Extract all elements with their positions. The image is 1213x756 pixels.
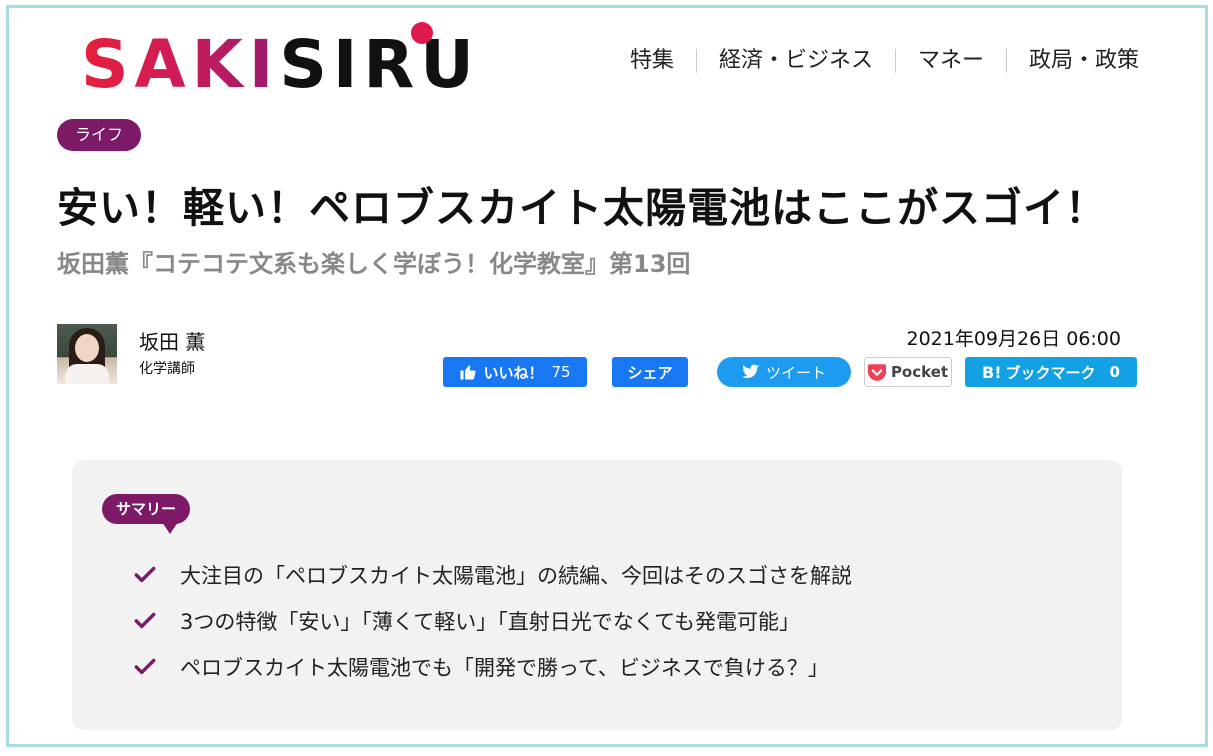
article-title: 安い！軽い！ペロブスカイト太陽電池はここがスゴイ！ — [57, 184, 1107, 232]
summary-item: 3つの特徴「安い」「薄くて軽い」「直射日光でなくても発電可能」 — [132, 606, 800, 636]
check-icon — [134, 658, 156, 675]
site-logo[interactable]: SAKI SIRU — [81, 22, 480, 103]
author-avatar[interactable] — [57, 324, 117, 384]
nav-item-money[interactable]: マネー — [896, 46, 1006, 76]
thumbs-up-icon — [460, 365, 476, 380]
hatena-bookmark-button[interactable]: B! ブックマーク 0 — [965, 357, 1137, 387]
summary-item: 大注目の「ペロブスカイト太陽電池」の続編、今回はそのスゴさを解説 — [132, 560, 852, 590]
author-name[interactable]: 坂田 薫 — [139, 326, 205, 355]
publish-date: 2021年09月26日 06:00 — [906, 328, 1121, 350]
facebook-like-button[interactable]: いいね！ 75 — [443, 357, 587, 387]
logo-dot-icon — [411, 22, 433, 44]
tweet-button[interactable]: ツイート — [717, 357, 851, 387]
hatena-label: ブックマーク — [1005, 363, 1096, 382]
category-badge[interactable]: ライフ — [57, 119, 142, 151]
summary-item-text: 3つの特徴「安い」「薄くて軽い」「直射日光でなくても発電可能」 — [180, 610, 801, 634]
like-count: 75 — [551, 363, 571, 381]
summary-item-text: ペロブスカイト太陽電池でも「開発で勝って、ビジネスで負ける？」 — [180, 656, 829, 680]
tweet-label: ツイート — [765, 363, 826, 382]
author-role: 化学講師 — [139, 361, 195, 377]
main-nav: 特集 経済・ビジネス マネー 政局・政策 — [608, 46, 1139, 76]
check-icon — [134, 566, 156, 583]
hatena-b-icon: B! — [982, 362, 1002, 382]
summary-box: サマリー 大注目の「ペロブスカイト太陽電池」の続編、今回はそのスゴさを解説 3つ… — [72, 460, 1122, 730]
twitter-bird-icon — [741, 364, 760, 379]
check-icon — [134, 612, 156, 629]
article-subtitle: 坂田薫『コテコテ文系も楽しく学ぼう！化学教室』第13回 — [57, 250, 691, 278]
page-frame: SAKI SIRU 特集 経済・ビジネス マネー 政局・政策 ライフ 安い！軽い… — [6, 5, 1208, 747]
nav-item-economy[interactable]: 経済・ビジネス — [697, 46, 895, 76]
nav-item-politics[interactable]: 政局・政策 — [1007, 46, 1139, 76]
summary-item: ペロブスカイト太陽電池でも「開発で勝って、ビジネスで負ける？」 — [132, 652, 829, 682]
facebook-share-button[interactable]: シェア — [612, 357, 688, 387]
summary-badge: サマリー — [102, 494, 191, 534]
logo-part1: SAKI — [81, 26, 280, 103]
pocket-button[interactable]: Pocket — [864, 357, 952, 387]
like-label: いいね！ — [483, 363, 544, 382]
pocket-icon — [867, 363, 886, 381]
summary-item-text: 大注目の「ペロブスカイト太陽電池」の続編、今回はそのスゴさを解説 — [180, 564, 852, 588]
nav-item-feature[interactable]: 特集 — [608, 46, 696, 76]
logo-part2: SIRU — [279, 26, 480, 103]
hatena-count: 0 — [1109, 363, 1120, 381]
pocket-label: Pocket — [890, 363, 949, 381]
